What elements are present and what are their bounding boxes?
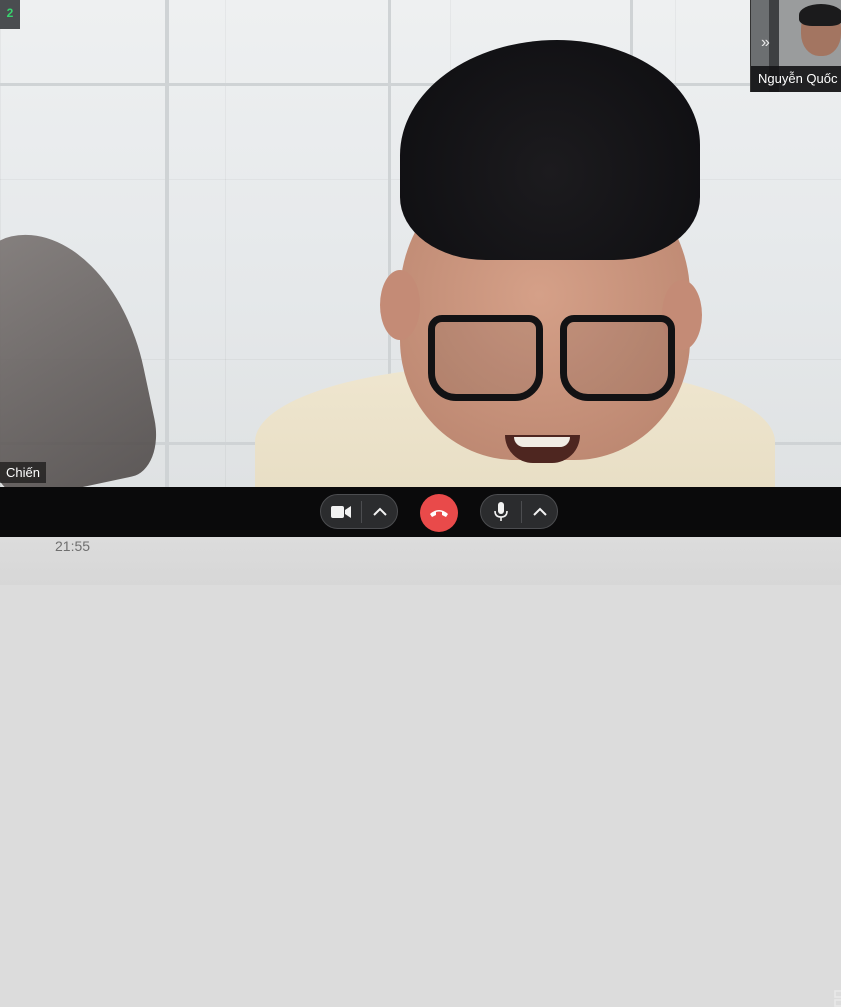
mic-control-group (480, 494, 558, 529)
participant-count-badge: 2 (0, 0, 20, 29)
person-arm (0, 215, 166, 487)
microphone-icon (494, 501, 509, 521)
main-participant-name: Chiến (6, 465, 40, 480)
person-hair (400, 40, 700, 260)
camera-button[interactable] (321, 495, 361, 528)
chevron-up-icon (532, 507, 547, 516)
glasses-lens-left (428, 315, 543, 401)
footer-area (0, 537, 841, 585)
end-call-button[interactable] (420, 494, 458, 532)
thumbnail-hair (799, 4, 841, 26)
microphone-options-button[interactable] (522, 495, 557, 528)
wall-tile-grout (165, 0, 169, 487)
camera-options-button[interactable] (362, 495, 397, 528)
person-glasses (410, 315, 690, 410)
expand-arrows-icon[interactable]: » (761, 34, 770, 52)
person-teeth (514, 437, 570, 447)
microphone-button[interactable] (481, 495, 521, 528)
chevron-up-icon (372, 507, 387, 516)
grid-layout-icon[interactable] (833, 989, 841, 1007)
phone-hangup-icon (430, 510, 448, 517)
main-video-feed[interactable]: 2 Chiến (0, 0, 841, 487)
main-participant-name-tag: Chiến (0, 462, 46, 483)
thumbnail-name-label: Nguyễn Quốc (751, 66, 841, 92)
camera-icon (331, 505, 352, 518)
self-view-thumbnail[interactable]: » Nguyễn Quốc (750, 0, 841, 92)
camera-control-group (320, 494, 398, 529)
glasses-lens-right (560, 315, 675, 401)
participant-count: 2 (6, 6, 14, 20)
message-timestamp: 21:55 (55, 538, 91, 554)
